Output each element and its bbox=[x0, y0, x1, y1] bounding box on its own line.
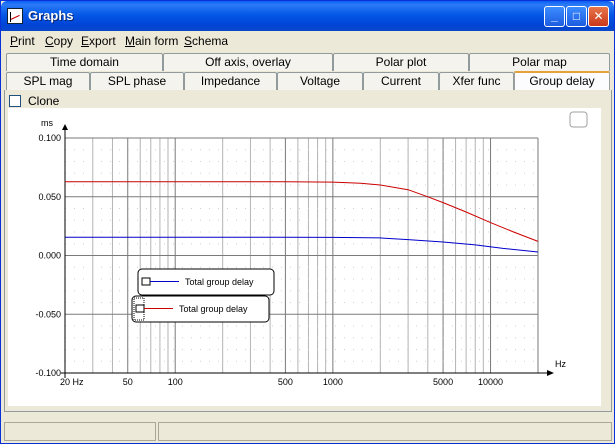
series-line-red bbox=[65, 181, 539, 242]
y-tick-label: 0.100 bbox=[38, 133, 61, 143]
status-bar bbox=[4, 422, 612, 442]
title-bar[interactable]: Graphs _ □ ✕ bbox=[1, 1, 614, 31]
legend-swatch-box bbox=[141, 277, 151, 286]
y-tick-label: -0.050 bbox=[35, 309, 61, 319]
y-tick-label: -0.100 bbox=[35, 368, 61, 378]
tab-off-axis-overlay[interactable]: Off axis, overlay bbox=[163, 53, 333, 71]
x-tick-label: 50 bbox=[123, 377, 133, 387]
tab-time-domain[interactable]: Time domain bbox=[6, 53, 163, 71]
tab-voltage[interactable]: Voltage bbox=[277, 72, 363, 90]
tab-row-bottom: SPL mag SPL phase Impedance Voltage Curr… bbox=[4, 71, 612, 91]
status-pane-2 bbox=[158, 422, 612, 441]
minimize-button[interactable]: _ bbox=[544, 6, 565, 27]
y-axis-unit: ms bbox=[41, 118, 53, 128]
series-line-blue bbox=[65, 236, 539, 253]
x-tick-label: 1000 bbox=[323, 377, 343, 387]
tab-polar-map[interactable]: Polar map bbox=[469, 53, 610, 71]
x-tick-label: 100 bbox=[168, 377, 183, 387]
tab-group-delay[interactable]: Group delay bbox=[514, 71, 610, 90]
tab-polar-plot[interactable]: Polar plot bbox=[333, 53, 469, 71]
menu-copy[interactable]: Copy bbox=[45, 34, 73, 48]
status-pane-1 bbox=[4, 422, 156, 441]
legend-swatch-box bbox=[135, 304, 145, 313]
x-tick-label: 5000 bbox=[433, 377, 453, 387]
clone-checkbox-box[interactable] bbox=[9, 95, 21, 107]
tab-row-top: Time domain Off axis, overlay Polar plot… bbox=[4, 53, 612, 72]
y-tick-label: 0.000 bbox=[38, 251, 61, 261]
y-tick-label: 0.050 bbox=[38, 192, 61, 202]
menu-bar: Print Copy Export Main form Schema bbox=[4, 31, 612, 51]
chart-corner-button[interactable] bbox=[569, 111, 588, 128]
maximize-button[interactable]: □ bbox=[566, 6, 587, 27]
group-delay-chart[interactable]: 0.100 0.050 0.000 -0.050 -0.100 ms 20 Hz 50 100 5… bbox=[8, 108, 601, 406]
menu-print[interactable]: Print bbox=[10, 34, 35, 48]
clone-label: Clone bbox=[28, 94, 60, 108]
legend-label: Total group delay bbox=[185, 277, 254, 287]
x-axis-unit: Hz bbox=[555, 359, 566, 369]
x-tick-label: 20 Hz bbox=[60, 377, 84, 387]
legend-label: Total group delay bbox=[179, 304, 248, 314]
menu-main-form[interactable]: Main form bbox=[125, 34, 178, 48]
tab-current[interactable]: Current bbox=[363, 72, 439, 90]
menu-export[interactable]: Export bbox=[81, 34, 116, 48]
y-axis-arrow bbox=[62, 124, 68, 130]
plot-area: 0.100 0.050 0.000 -0.050 -0.100 ms 20 Hz 50 100 5… bbox=[8, 108, 601, 406]
x-tick-label: 500 bbox=[278, 377, 293, 387]
graphs-window: Graphs _ □ ✕ Print Copy Export Main form… bbox=[0, 0, 615, 444]
window-title: Graphs bbox=[28, 8, 74, 23]
menu-schema[interactable]: Schema bbox=[184, 34, 228, 48]
tab-impedance[interactable]: Impedance bbox=[184, 72, 277, 90]
close-button[interactable]: ✕ bbox=[588, 6, 609, 27]
tab-xfer-func[interactable]: Xfer func bbox=[439, 72, 514, 90]
x-axis-arrow bbox=[547, 370, 554, 376]
x-tick-label: 10000 bbox=[478, 377, 503, 387]
tab-spl-phase[interactable]: SPL phase bbox=[90, 72, 184, 90]
tab-spl-mag[interactable]: SPL mag bbox=[6, 72, 90, 90]
app-graph-icon bbox=[7, 8, 23, 24]
